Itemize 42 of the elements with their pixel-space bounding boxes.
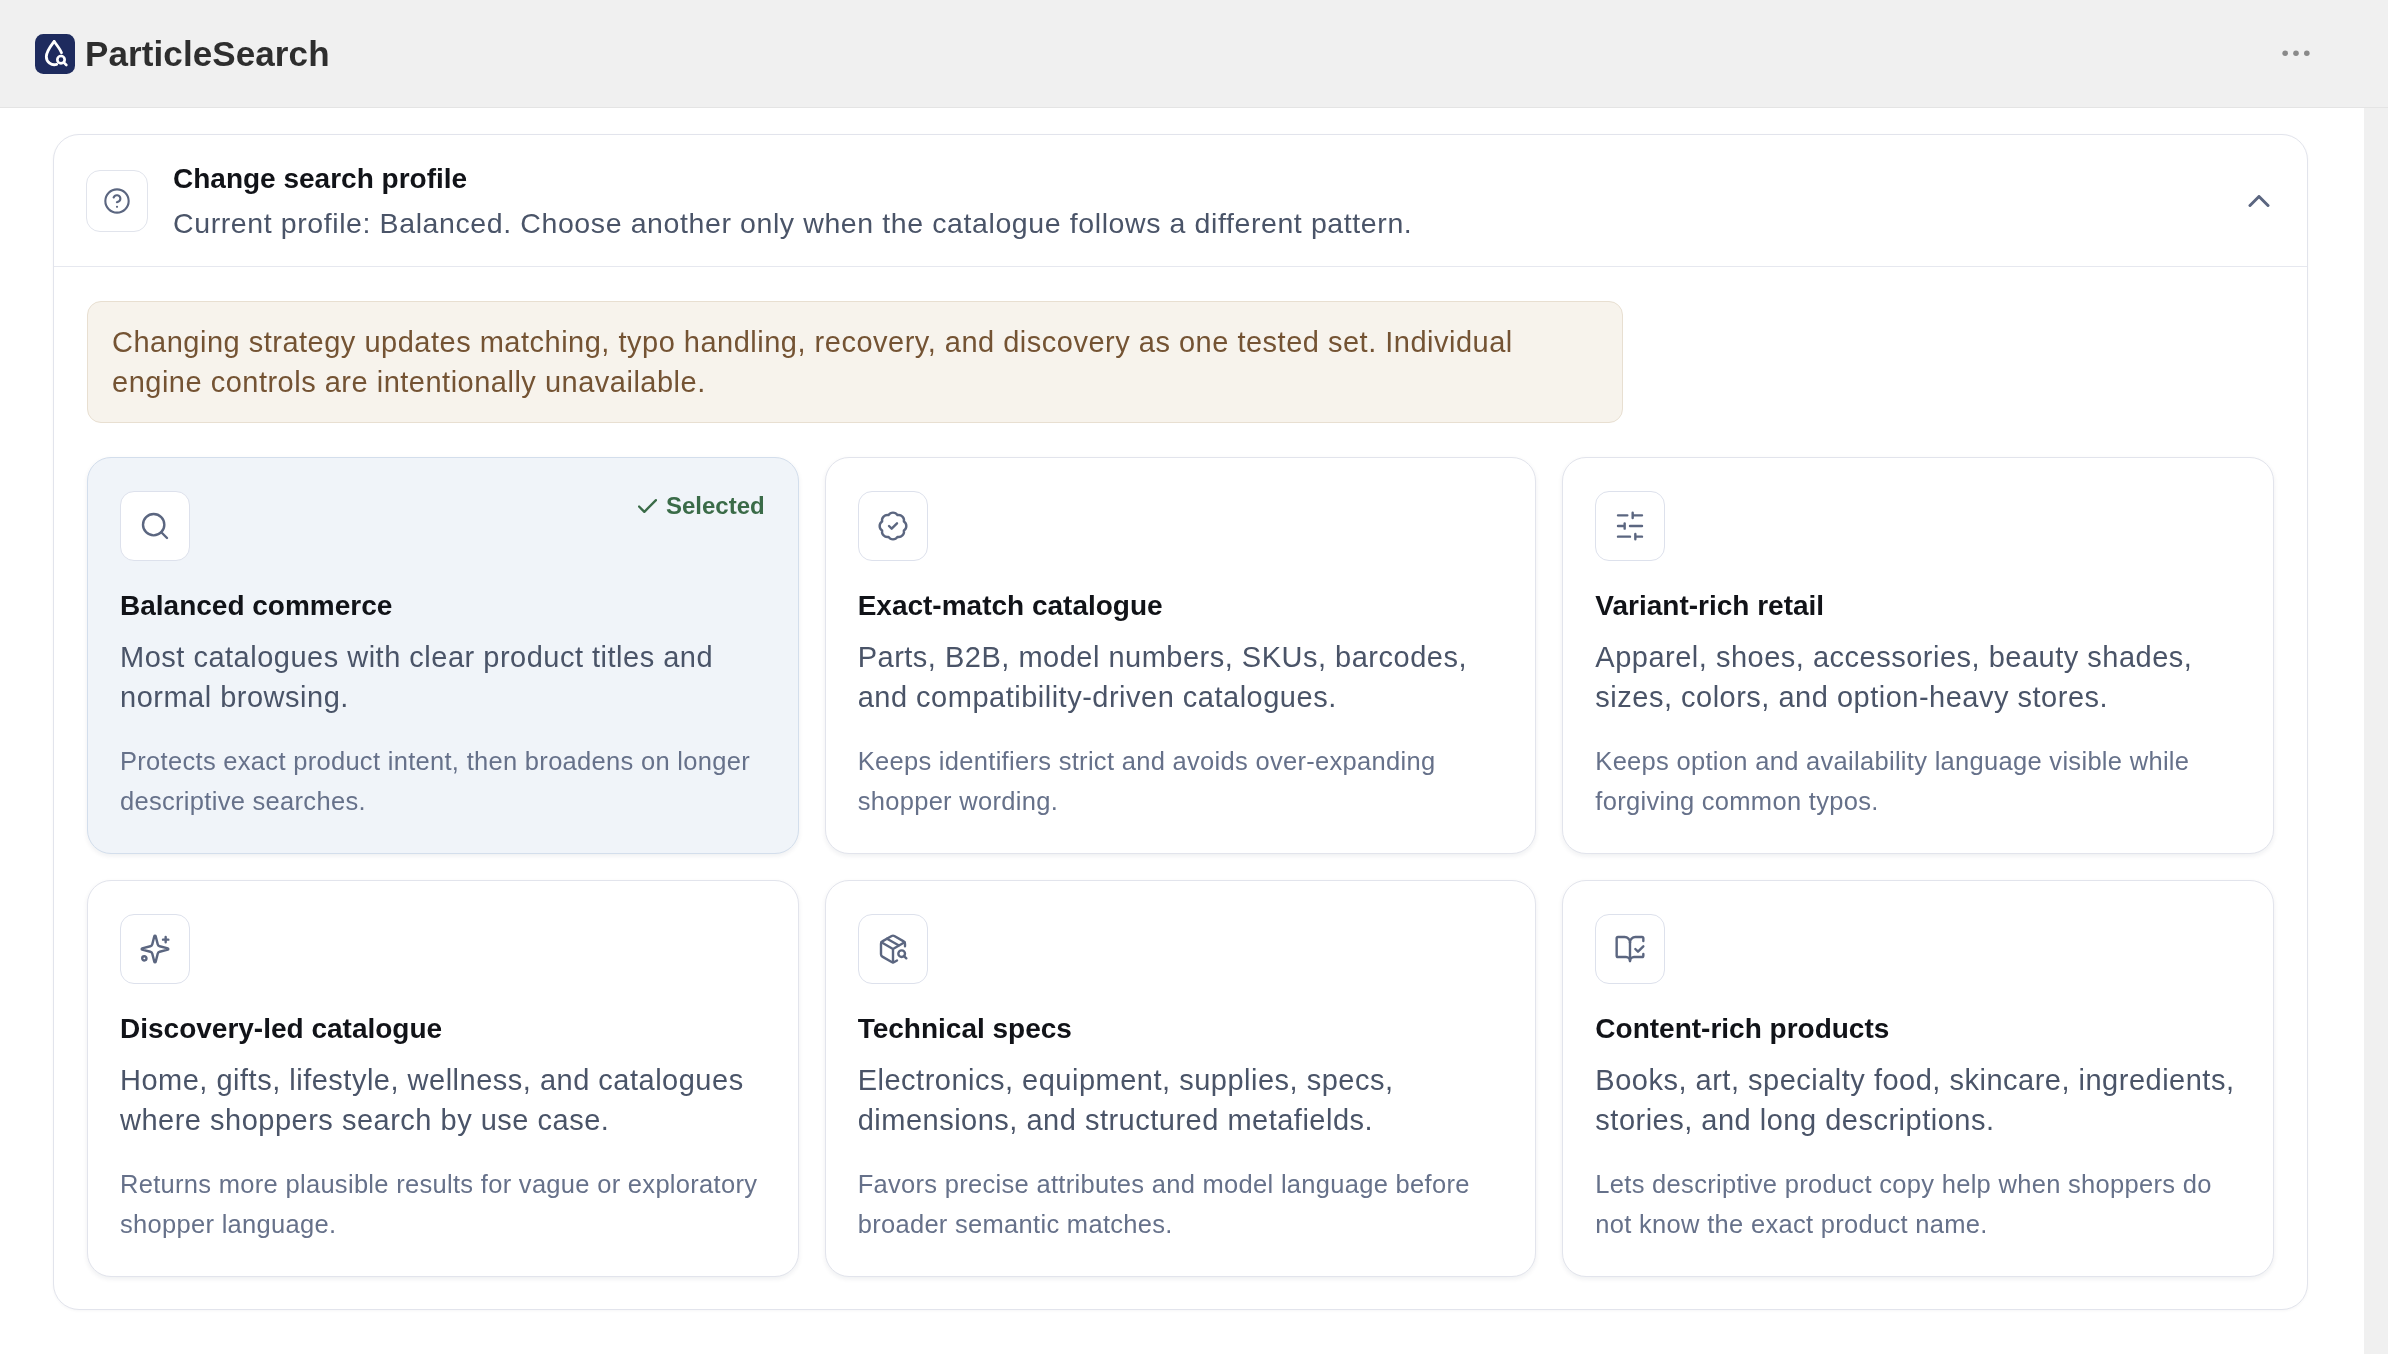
- profile-card[interactable]: Selected Balanced commerce Most catalogues with clear product titles and normal browsing. Protects exact product intent, then broadens on longer descriptive searches.: [87, 457, 799, 854]
- profile-description: Home, gifts, lifestyle, wellness, and catalogues where shoppers search by use case.: [120, 1063, 745, 1138]
- sparkle-icon: [120, 914, 190, 984]
- profile-note: Returns more plausible results for vague or exploratory shopper language.: [120, 1169, 759, 1240]
- chevron-icon: [2248, 194, 2270, 207]
- profile-note: Keeps option and availability language visible while forgiving common typos.: [1595, 746, 2191, 817]
- notice-text: Changing strategy updates matching, typo handling, recovery, and discovery as one tested set. Individual engine controls are intentionally unavailable.: [112, 325, 1514, 400]
- panel-title: Change search profile: [173, 161, 469, 196]
- profile-description: Most catalogues with clear product titles and normal browsing.: [120, 640, 715, 715]
- selected-label: Selected: [665, 492, 765, 520]
- profile-card[interactable]: Content-rich products Books, art, specialty food, skincare, ingredients, stories, and long descriptions. Lets descriptive product copy help when shoppers do not know the exact product name.: [1562, 880, 2274, 1277]
- profile-title: Discovery-led catalogue: [120, 1012, 444, 1046]
- profile-title: Variant-rich retail: [1595, 589, 1826, 623]
- profile-card[interactable]: Discovery-led catalogue Home, gifts, lifestyle, wellness, and catalogues where shoppers search by use case. Returns more plausible results for vague or exploratory shopper language.: [87, 880, 799, 1277]
- profile-card[interactable]: Technical specs Electronics, equipment, supplies, specs, dimensions, and structured metafields. Favors precise attributes and model language before broader semantic matches.: [824, 880, 1537, 1277]
- help-icon: [86, 169, 148, 232]
- more-options-button[interactable]: [2282, 50, 2310, 57]
- profile-note: Protects exact product intent, then broadens on longer descriptive searches.: [120, 746, 751, 817]
- collapse-button[interactable]: [2248, 194, 2270, 207]
- more-icon: [2282, 50, 2310, 57]
- check-icon: [637, 499, 657, 513]
- panel-subtitle: Current profile: Balanced. Choose another only when the catalogue follows a different pattern.: [173, 205, 1414, 241]
- sliders-icon: [1595, 491, 1666, 561]
- profile-description: Electronics, equipment, supplies, specs, dimensions, and structured metafields.: [857, 1063, 1395, 1138]
- profile-description: Apparel, shoes, accessories, beauty shades, sizes, colors, and option-heavy stores.: [1595, 640, 2194, 715]
- profile-description: Parts, B2B, model numbers, SKUs, barcodes, and compatibility-driven catalogues.: [857, 640, 1468, 715]
- profile-note: Keeps identifiers strict and avoids over-expanding shopper wording.: [857, 746, 1437, 817]
- profile-description: Books, art, specialty food, skincare, ingredients, stories, and long descriptions.: [1595, 1063, 2236, 1138]
- app-title: ParticleSearch: [85, 33, 330, 74]
- profile-note: Favors precise attributes and model language before broader semantic matches.: [857, 1169, 1471, 1240]
- profile-card[interactable]: Exact-match catalogue Parts, B2B, model numbers, SKUs, barcodes, and compatibility-driven catalogues. Keeps identifiers strict and avoids over-expanding shopper wording.: [824, 457, 1537, 854]
- book-check-icon: [1595, 914, 1666, 984]
- seal-check-icon: [857, 491, 928, 561]
- search-icon: [120, 491, 190, 561]
- logo-icon: [35, 33, 75, 74]
- profile-note: Lets descriptive product copy help when shoppers do not know the exact product name.: [1595, 1169, 2213, 1240]
- profile-card[interactable]: Variant-rich retail Apparel, shoes, accessories, beauty shades, sizes, colors, and option-heavy stores. Keeps option and availability language visible while forgiving common typos.: [1562, 457, 2274, 854]
- profile-title: Balanced commerce: [120, 589, 394, 623]
- profile-title: Exact-match catalogue: [857, 589, 1164, 623]
- profile-title: Technical specs: [857, 1012, 1073, 1046]
- box-search-icon: [857, 914, 928, 984]
- profile-title: Content-rich products: [1595, 1012, 1891, 1046]
